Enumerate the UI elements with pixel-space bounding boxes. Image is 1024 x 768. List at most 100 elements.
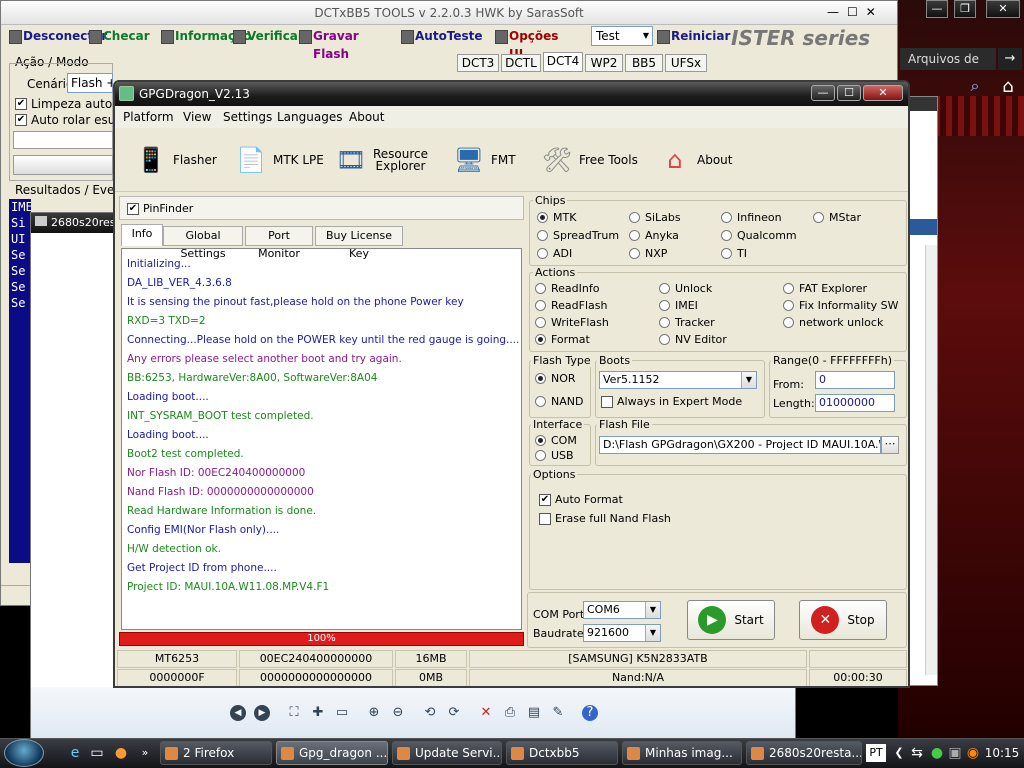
explorer-go-button[interactable]: → [998,48,1022,70]
chip-mtk-radio[interactable] [537,212,548,223]
tray-update-icon[interactable]: ◉ [964,744,982,762]
search-icon[interactable]: ⌕ [962,76,988,100]
zoom-out-icon[interactable]: ⊖ [390,705,406,721]
scenario-select[interactable]: Flash + U [67,73,113,93]
background-window-scrollbar[interactable] [925,245,937,675]
zoom-in-icon[interactable]: ⊕ [366,705,382,721]
info-tab-buy-license-key[interactable]: Buy License Key [315,226,403,260]
language-indicator[interactable]: PT [866,744,886,762]
chip-anyka-radio[interactable] [629,230,640,241]
dct-toolbar-button-1[interactable]: Checar [87,27,155,47]
network-icon[interactable]: ⇆ [908,744,926,762]
restart-button[interactable]: Reiniciar [655,27,730,47]
auto-clean-checkbox[interactable]: ✔ [15,98,27,110]
dct-toolbar-button-6[interactable]: Opções UI [493,27,573,61]
more-quicklaunch-icon[interactable]: » [136,744,154,762]
slideshow-icon[interactable]: ▭ [334,705,350,721]
dct-toolbar-button-3[interactable]: Verificar [231,27,304,47]
erase-nand-checkbox[interactable] [539,513,551,525]
explorer-breadcrumb[interactable]: Arquivos de F... [900,48,996,70]
action-writeflash-radio[interactable] [535,317,546,328]
chip-ti-radio[interactable] [721,248,732,259]
auto-format-checkbox[interactable]: ✔ [539,494,551,506]
menu-languages[interactable]: Languages [277,110,342,124]
taskbar-item[interactable]: 2680s20resta... [746,741,862,765]
tool-resource[interactable]: 🎞 Resource Explorer [335,138,428,182]
flash-type-nor-radio[interactable] [535,373,546,384]
action-readflash-radio[interactable] [535,300,546,311]
gpg-close-button[interactable]: ✕ [863,85,903,101]
save-icon[interactable]: ▤ [526,705,542,721]
action-nv-editor-radio[interactable] [659,334,670,345]
desktop-window-minimize-button[interactable]: — [926,0,948,18]
gpg-maximize-button[interactable]: ☐ [837,85,861,101]
expert-mode-checkbox[interactable] [601,396,613,408]
mode-select[interactable]: Test ▼ [591,26,653,46]
menu-about[interactable]: About [349,110,384,124]
menu-platform[interactable]: Platform [123,110,174,124]
firefox-icon[interactable]: ● [112,744,130,762]
tool-flasher[interactable]: 📱 Flasher [135,138,217,182]
clock[interactable]: 10:15 [984,744,1020,762]
dct-action-button[interactable] [13,155,113,175]
show-desktop-icon[interactable]: ▭ [88,744,106,762]
start-button[interactable]: ▶ Start [687,600,775,640]
start-button[interactable] [4,739,44,767]
taskbar-item[interactable]: Update Servi... [392,741,502,765]
info-tab-info[interactable]: Info [121,224,163,246]
dct-window-controls[interactable]: —☐✕ [827,5,897,21]
autoscroll-checkbox[interactable]: ✔ [15,114,27,126]
tab-dct3[interactable]: DCT3 [457,54,499,72]
flash-file-input[interactable]: D:\Flash GPGdragon\GX200 - Project ID MA… [599,436,881,454]
action-readinfo-radio[interactable] [535,283,546,294]
dct-toolbar-button-5[interactable]: AutoTeste [399,27,487,47]
tab-ufsx[interactable]: UFSx [665,54,707,72]
menu-view[interactable]: View [183,110,211,124]
tool-free-tools[interactable]: 🛠 Free Tools [541,138,638,182]
home-icon[interactable]: ⌂ [994,76,1022,100]
menu-settings[interactable]: Settings [223,110,272,124]
taskbar-item[interactable]: Dctxbb5 [506,741,618,765]
flash-type-nand-radio[interactable] [535,396,546,407]
tab-dctl[interactable]: DCTL [501,54,541,72]
tab-wp2[interactable]: WP2 [585,54,623,72]
chip-silabs-radio[interactable] [629,212,640,223]
taskbar-item[interactable]: 2 Firefox [160,741,272,765]
dct-toolbar-button-4[interactable]: Gravar Flash [297,27,393,61]
chip-mstar-radio[interactable] [813,212,824,223]
info-tab-port-monitor[interactable]: Port Monitor [245,226,313,260]
ie-icon[interactable]: e [66,744,84,762]
tray-monitor-icon[interactable]: ▣ [946,744,964,762]
delete-icon[interactable]: ✕ [478,705,494,721]
chip-spreadtrum-radio[interactable] [537,230,548,241]
chip-infineon-radio[interactable] [721,212,732,223]
action-unlock-radio[interactable] [659,283,670,294]
chip-adi-radio[interactable] [537,248,548,259]
next-icon[interactable]: ▶ [254,705,270,721]
rotate-right-icon[interactable]: ⟳ [446,705,462,721]
stop-button[interactable]: ✕ Stop [799,600,887,640]
prev-icon[interactable]: ◀ [230,705,246,721]
action-format-radio[interactable] [535,334,546,345]
length-input[interactable]: 01000000 [815,394,895,412]
chip-qualcomm-radio[interactable] [721,230,732,241]
action-network-unlock-radio[interactable] [783,317,794,328]
interface-com-radio[interactable] [535,435,546,446]
action-fix-informality-sw-radio[interactable] [783,300,794,311]
actual-size-icon[interactable]: ✚ [310,705,326,721]
chip-nxp-radio[interactable] [629,248,640,259]
edit-icon[interactable]: ✎ [550,705,566,721]
com-port-select[interactable]: COM6 ▼ [583,601,661,619]
action-tracker-radio[interactable] [659,317,670,328]
info-tab-global-settings[interactable]: Global Settings [163,226,243,260]
pinfinder-checkbox[interactable]: ✔ [127,203,139,215]
desktop-window-restore-button[interactable]: ❐ [954,0,976,18]
action-fat-explorer-radio[interactable] [783,283,794,294]
dct-toolbar-button-0[interactable]: Desconectar [7,27,107,47]
baudrate-select[interactable]: 921600 ▼ [583,624,661,642]
action-imei-radio[interactable] [659,300,670,311]
dct-toolbar-button-2[interactable]: Informação [159,27,251,47]
tool-about[interactable]: ⌂ About [659,138,732,182]
tray-expand-icon[interactable]: ❮ [890,744,908,762]
boot-select[interactable]: Ver5.1152 ▼ [599,371,757,389]
